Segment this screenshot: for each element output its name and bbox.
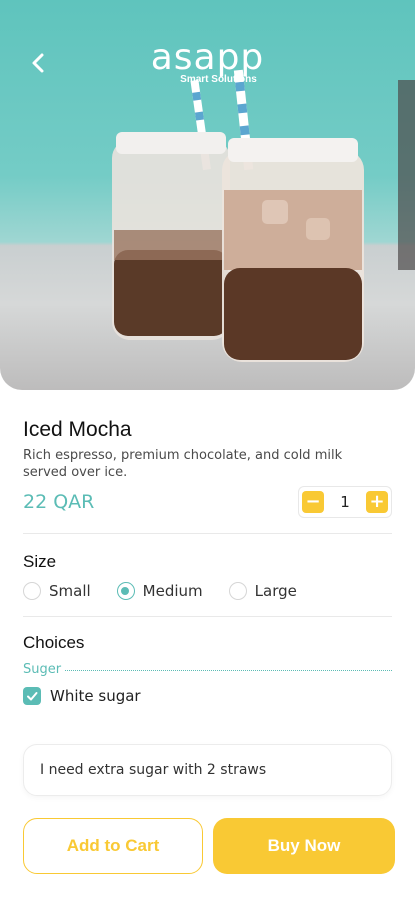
price-row: 22 QAR − 1 + [23,485,392,519]
special-instructions-input[interactable]: I need extra sugar with 2 straws [23,744,392,796]
choices-section-title: Choices [23,633,85,652]
product-title: Iced Mocha [23,418,132,441]
choice-white-sugar[interactable]: White sugar [23,687,392,705]
buy-now-button[interactable]: Buy Now [213,818,395,874]
product-price: 22 QAR [23,491,95,513]
product-description: Rich espresso, premium chocolate, and co… [23,448,343,480]
divider [23,616,392,617]
choice-label: White sugar [50,687,141,705]
size-option-label: Small [49,582,91,600]
brand-logo: asapp Smart Solutions [0,37,415,86]
logo-tagline: Smart Solutions [180,74,257,85]
size-section-title: Size [23,552,57,571]
dotted-divider [65,670,392,671]
choice-group-label: Suger [23,662,62,677]
size-section: Size Small Medium Large [23,552,392,600]
radio-button[interactable] [228,582,247,600]
checkmark-icon [27,692,38,701]
size-option-medium[interactable]: Medium [116,582,203,600]
radio-button[interactable] [23,582,41,600]
product-hero-image: asapp Smart Solutions [0,0,415,390]
choice-group-header: Suger [23,662,392,677]
size-option-small[interactable]: Small [23,582,91,600]
size-option-label: Medium [142,582,203,600]
quantity-stepper: − 1 + [298,486,392,518]
radio-button-selected[interactable] [116,582,135,600]
increment-button[interactable]: + [365,491,388,513]
size-options: Small Medium Large [23,582,392,600]
divider [23,533,392,534]
quantity-value: 1 [340,493,350,511]
product-details: Iced Mocha Rich espresso, premium chocol… [23,418,392,705]
size-option-label: Large [254,582,297,600]
choices-section: Choices Suger White sugar [23,633,392,705]
decrement-button[interactable]: − [302,491,324,513]
size-option-large[interactable]: Large [228,582,297,600]
action-bar: Add to Cart Buy Now [23,818,395,874]
checkbox-checked[interactable] [23,687,41,705]
logo-wordmark: asapp [150,37,265,78]
add-to-cart-button[interactable]: Add to Cart [23,818,203,874]
